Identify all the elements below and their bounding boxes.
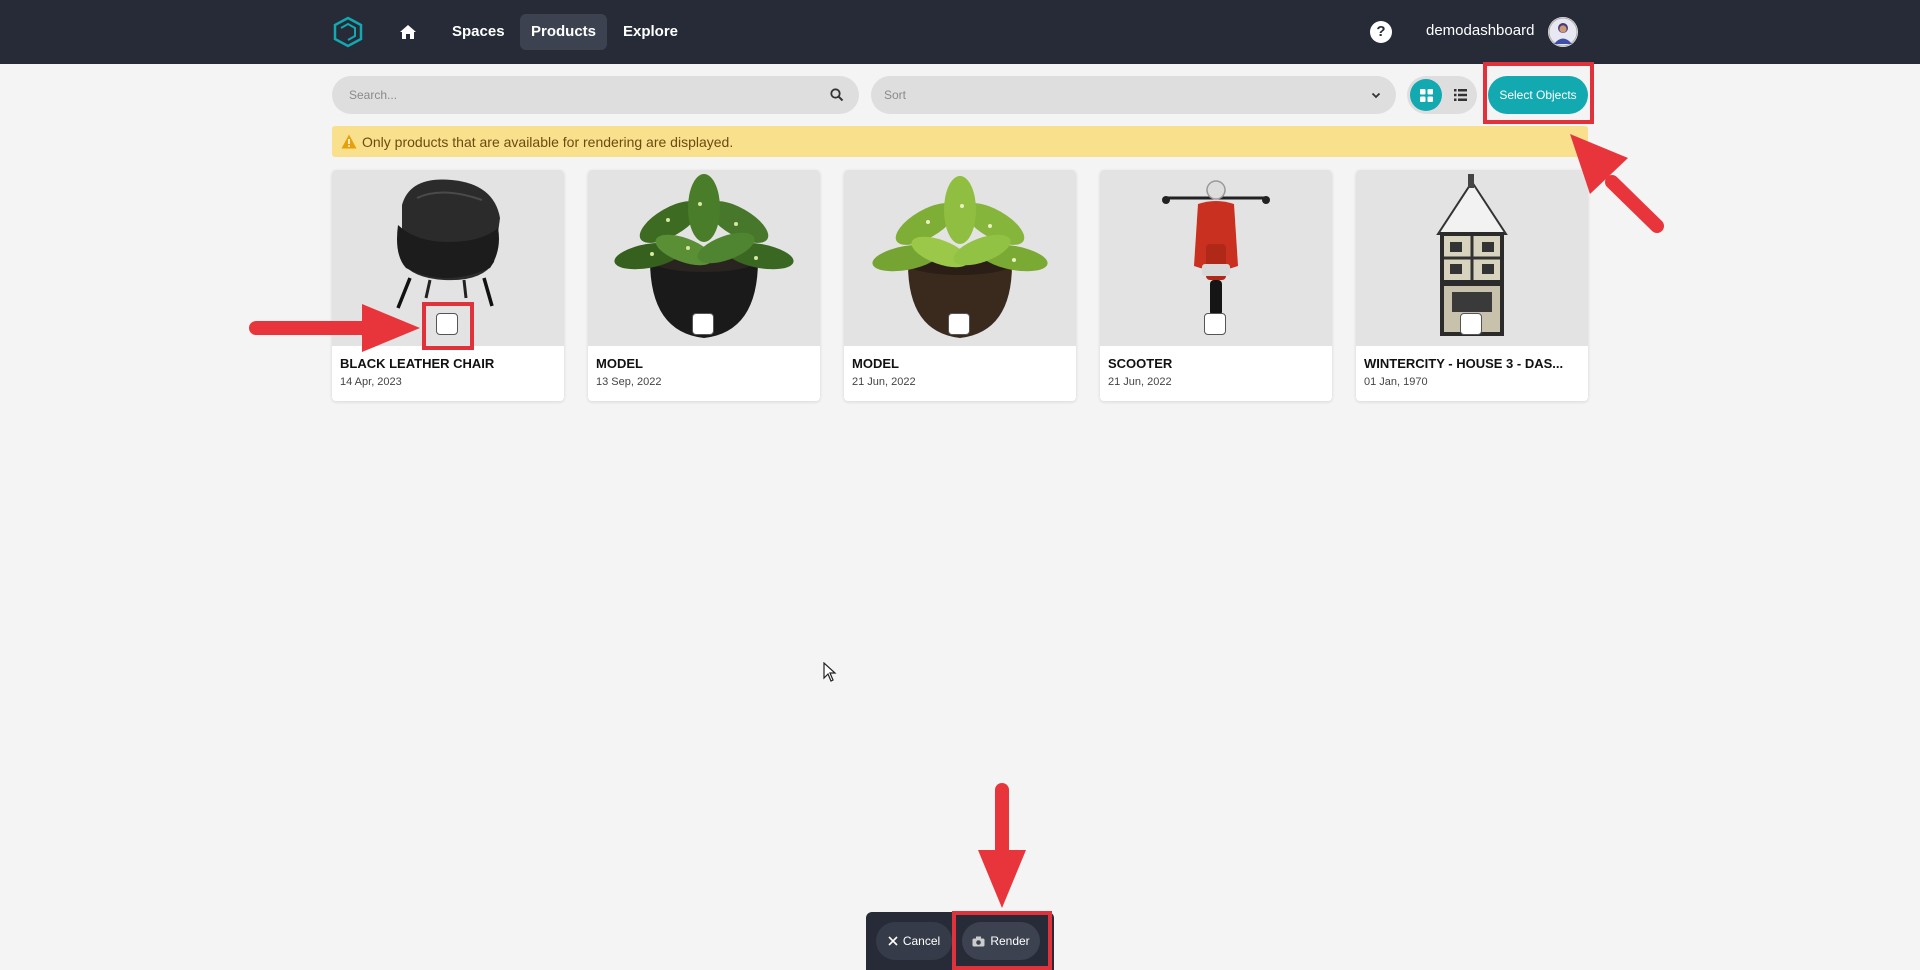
product-card[interactable]: MODEL 21 Jun, 2022 [844, 170, 1076, 401]
product-title: WINTERCITY - HOUSE 3 - DAS... [1364, 356, 1564, 371]
product-title: BLACK LEATHER CHAIR [340, 356, 495, 371]
search-input[interactable] [332, 76, 792, 114]
home-button[interactable] [394, 18, 422, 46]
nav-spaces[interactable]: Spaces [441, 14, 516, 50]
username[interactable]: demodashboard [1426, 22, 1534, 39]
product-date: 13 Sep, 2022 [596, 376, 662, 388]
top-navbar: Spaces Products Explore ? demodashboard [0, 0, 1920, 64]
render-button[interactable]: Render [962, 922, 1040, 960]
product-card[interactable]: SCOOTER 21 Jun, 2022 [1100, 170, 1332, 401]
nav-explore[interactable]: Explore [612, 14, 689, 50]
home-icon [400, 25, 416, 39]
select-objects-button[interactable]: Select Objects [1488, 76, 1588, 114]
product-date: 21 Jun, 2022 [1108, 376, 1172, 388]
chevron-down-icon [1371, 92, 1381, 99]
product-date: 01 Jan, 1970 [1364, 376, 1428, 388]
product-title: SCOOTER [1108, 356, 1173, 371]
cancel-label: Cancel [902, 934, 941, 948]
product-title: MODEL [852, 356, 899, 371]
app-logo-icon[interactable] [332, 16, 364, 48]
mouse-cursor-icon [823, 662, 837, 682]
product-date: 14 Apr, 2023 [340, 376, 402, 388]
close-icon [888, 936, 898, 946]
view-toggle [1407, 76, 1477, 114]
grid-view-button[interactable] [1410, 79, 1442, 111]
product-title: MODEL [596, 356, 643, 371]
sort-label: Sort [884, 88, 907, 102]
list-view-button[interactable] [1444, 79, 1476, 111]
product-date: 21 Jun, 2022 [852, 376, 916, 388]
render-action-bar: Cancel Render [866, 912, 1054, 970]
render-label: Render [990, 934, 1030, 948]
camera-icon [972, 936, 985, 946]
avatar-image [1548, 17, 1578, 47]
help-icon[interactable]: ? [1370, 21, 1392, 43]
cancel-button[interactable]: Cancel [876, 922, 952, 960]
select-checkbox[interactable] [692, 313, 714, 335]
render-availability-notice: Only products that are available for ren… [332, 126, 1588, 157]
user-avatar[interactable] [1548, 17, 1578, 47]
warning-icon [341, 134, 357, 149]
grid-icon [1419, 88, 1433, 102]
search-box [332, 76, 859, 114]
nav-products[interactable]: Products [520, 14, 608, 50]
sort-dropdown[interactable]: Sort [871, 76, 1396, 114]
product-card[interactable]: WINTERCITY - HOUSE 3 - DAS... 01 Jan, 19… [1356, 170, 1588, 401]
product-card[interactable]: BLACK LEATHER CHAIR 14 Apr, 2023 [332, 170, 564, 401]
select-checkbox[interactable] [436, 313, 458, 335]
select-checkbox[interactable] [1460, 313, 1482, 335]
arrow-to-select-objects [1605, 175, 1664, 233]
list-icon [1453, 89, 1467, 101]
product-card[interactable]: MODEL 13 Sep, 2022 [588, 170, 820, 401]
notice-text: Only products that are available for ren… [362, 134, 734, 150]
search-icon[interactable] [829, 87, 845, 103]
select-checkbox[interactable] [1204, 313, 1226, 335]
select-checkbox[interactable] [948, 313, 970, 335]
